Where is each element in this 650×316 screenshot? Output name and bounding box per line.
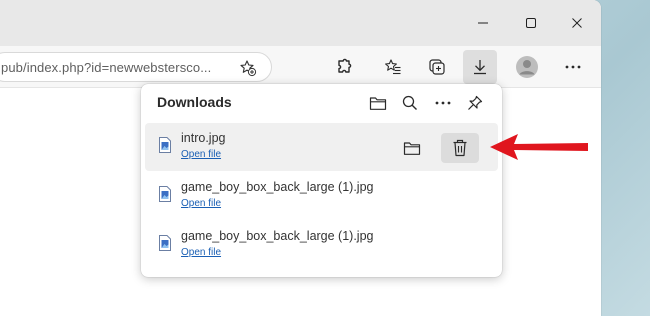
- downloads-icon: [474, 60, 486, 75]
- image-file-icon: [159, 186, 171, 202]
- collections-icon: [429, 59, 445, 75]
- collections-button[interactable]: [420, 50, 454, 84]
- search-icon: [402, 95, 417, 110]
- download-item[interactable]: intro.jpg Open file: [145, 123, 498, 171]
- settings-more-button[interactable]: [556, 50, 590, 84]
- file-name: game_boy_box_back_large (1).jpg: [181, 229, 374, 243]
- open-downloads-folder-button[interactable]: [364, 89, 392, 117]
- delete-file-button[interactable]: [441, 133, 479, 163]
- file-name: game_boy_box_back_large (1).jpg: [181, 180, 374, 194]
- folder-icon: [403, 142, 421, 155]
- favorites-icon: [385, 59, 401, 75]
- favorite-add-icon[interactable]: [239, 59, 257, 82]
- downloads-panel: Downloads intro.jpg Open file game_boy_b…: [141, 84, 502, 277]
- browser-toolbar: pub/index.php?id=newwebstersco...: [0, 46, 601, 88]
- profile-icon: [516, 56, 538, 78]
- search-downloads-button[interactable]: [396, 89, 424, 117]
- pin-downloads-button[interactable]: [461, 89, 489, 117]
- pin-icon: [468, 95, 483, 110]
- close-icon: [572, 18, 582, 28]
- open-file-link[interactable]: Open file: [181, 247, 221, 258]
- show-in-folder-button[interactable]: [393, 133, 431, 163]
- profile-button[interactable]: [510, 50, 544, 84]
- download-item[interactable]: game_boy_box_back_large (1).jpg Open fil…: [145, 172, 498, 220]
- favorites-button[interactable]: [376, 50, 410, 84]
- annotation-arrow: [490, 134, 588, 160]
- maximize-icon: [526, 18, 536, 28]
- download-item[interactable]: game_boy_box_back_large (1).jpg Open fil…: [145, 221, 498, 269]
- downloads-title: Downloads: [157, 94, 232, 110]
- minimize-button[interactable]: [460, 6, 506, 40]
- address-bar[interactable]: pub/index.php?id=newwebstersco...: [0, 52, 272, 82]
- file-name: intro.jpg: [181, 131, 226, 145]
- open-folder-icon: [369, 97, 387, 110]
- address-text[interactable]: pub/index.php?id=newwebstersco...: [1, 60, 211, 75]
- open-file-link[interactable]: Open file: [181, 198, 221, 209]
- downloads-more-button[interactable]: [429, 89, 457, 117]
- close-button[interactable]: [554, 6, 600, 40]
- trash-icon: [453, 139, 467, 157]
- extensions-button[interactable]: [327, 50, 361, 84]
- more-icon: [565, 65, 581, 69]
- more-icon: [435, 101, 451, 105]
- maximize-button[interactable]: [508, 6, 554, 40]
- minimize-icon: [478, 22, 488, 24]
- image-file-icon: [159, 137, 171, 153]
- image-file-icon: [159, 235, 171, 251]
- downloads-button[interactable]: [463, 50, 497, 84]
- title-bar: [0, 0, 601, 46]
- extensions-icon: [338, 58, 352, 73]
- open-file-link[interactable]: Open file: [181, 149, 221, 160]
